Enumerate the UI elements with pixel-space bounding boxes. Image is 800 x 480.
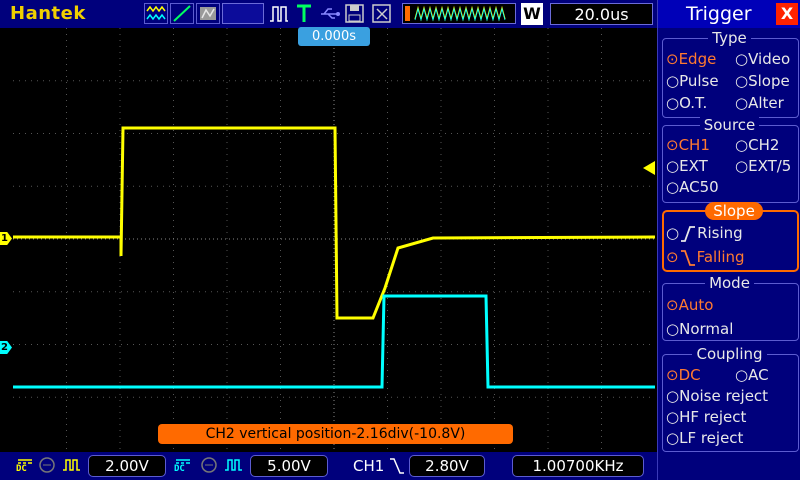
usb-icon — [318, 3, 342, 24]
waveform-display[interactable] — [13, 28, 655, 450]
coupling-option-noise-reject[interactable]: ○Noise reject — [666, 387, 768, 405]
ch1-volts-div[interactable]: 2.00V — [88, 455, 166, 477]
coupling-option-lf-reject[interactable]: ○LF reject — [666, 429, 743, 447]
trigger-level-readout[interactable]: 2.80V — [409, 455, 485, 477]
ch2-volts-div[interactable]: 5.00V — [250, 455, 328, 477]
type-option-pulse[interactable]: ○Pulse — [666, 72, 719, 90]
trigger-position-readout[interactable]: 0.000s — [298, 27, 370, 46]
coupling-heading: Coupling — [658, 345, 800, 363]
type-option-video[interactable]: ○Video — [735, 50, 790, 68]
coupling-option-ac[interactable]: ○AC — [735, 366, 769, 384]
ch1-trace — [13, 126, 655, 320]
ch1-pulse-icon — [62, 456, 80, 474]
ch2-bw-limit-icon — [200, 456, 218, 474]
mode-option-normal[interactable]: ○Normal — [666, 320, 733, 338]
source-option-ch2[interactable]: ○CH2 — [735, 136, 779, 154]
slope-heading: Slope — [705, 202, 763, 220]
coupling-option-dc[interactable]: ⊙DC — [666, 366, 701, 384]
source-option-ext[interactable]: ○EXT — [666, 157, 708, 175]
coupling-option-hf-reject[interactable]: ○HF reject — [666, 408, 746, 426]
ch1-level-marker[interactable]: 1 — [0, 232, 12, 245]
timebase-readout[interactable]: 20.0us — [550, 3, 653, 25]
ch2-coupling-label: DC — [174, 464, 185, 474]
ch2-level-marker[interactable]: 2 — [0, 341, 12, 354]
ch2-pulse-icon — [224, 456, 242, 474]
save-icon[interactable] — [344, 3, 366, 24]
ch2-trace — [13, 294, 655, 389]
source-option-ext5[interactable]: ○EXT/5 — [735, 157, 791, 175]
type-heading: Type — [658, 29, 800, 47]
trigger-menu: Trigger X Type ⊙Edge ○Video ○Pulse ○Slop… — [657, 0, 800, 480]
type-option-ot[interactable]: ○O.T. — [666, 94, 707, 112]
trigger-t-icon[interactable] — [294, 3, 314, 24]
bottom-status-bar: 2.00V 5.00V CH1 2.80V 1.00700KHz — [0, 452, 657, 480]
type-option-edge[interactable]: ⊙Edge — [666, 50, 716, 68]
mode-heading: Mode — [658, 274, 800, 292]
frequency-readout: 1.00700KHz — [512, 455, 644, 477]
falling-edge-icon — [680, 249, 695, 266]
ch1-bw-limit-icon — [38, 456, 56, 474]
slope-option-rising[interactable]: ○ Rising — [666, 224, 743, 243]
brand-logo: Hantek — [10, 3, 86, 24]
top-status-bar: Hantek W 20.0us — [0, 0, 657, 28]
mode-option-auto[interactable]: ⊙Auto — [666, 296, 713, 314]
ch1-coupling-label: DC — [16, 464, 27, 474]
trigger-source-label: CH1 — [353, 457, 385, 475]
vectors-icon[interactable] — [170, 3, 194, 24]
source-option-ac50[interactable]: ○AC50 — [666, 178, 719, 196]
slope-option-falling[interactable]: ⊙ Falling — [666, 248, 745, 267]
pulse-icon[interactable] — [268, 3, 290, 24]
source-option-ch1[interactable]: ⊙CH1 — [666, 136, 710, 154]
calibration-icon[interactable] — [371, 3, 393, 24]
window-mode-badge: W — [521, 3, 543, 25]
persistence-icon[interactable] — [196, 3, 220, 24]
falling-edge-icon — [388, 456, 406, 474]
waveform-icon[interactable] — [144, 3, 168, 24]
status-message: CH2 vertical position-2.16div(-10.8V) — [158, 424, 513, 444]
source-heading: Source — [658, 116, 800, 134]
type-option-alter[interactable]: ○Alter — [735, 94, 784, 112]
type-option-slope[interactable]: ○Slope — [735, 72, 790, 90]
rising-edge-icon — [681, 225, 696, 242]
blank-indicator — [222, 3, 264, 24]
close-button[interactable]: X — [776, 3, 798, 25]
memory-depth-bar — [402, 3, 516, 24]
